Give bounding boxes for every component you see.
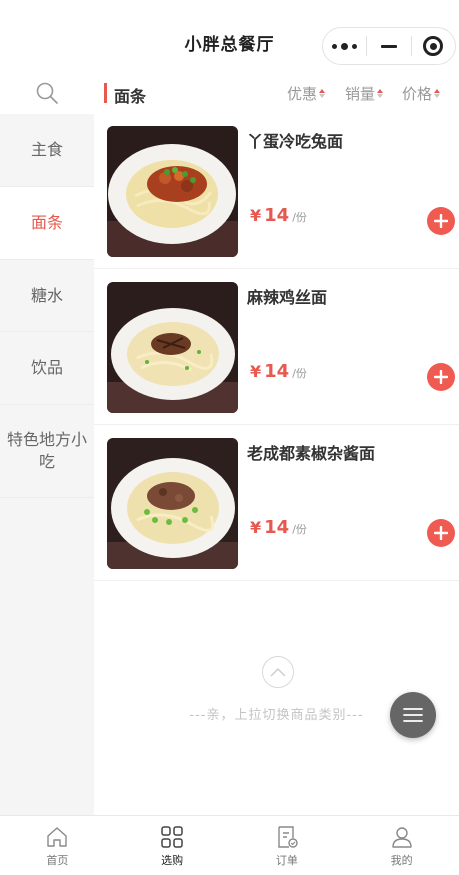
tab-label: 选购: [161, 854, 184, 867]
category-accent-bar: [104, 83, 107, 103]
category-header: 面条 优惠 销量 价格: [94, 72, 459, 114]
nav-header: 小胖总餐厅: [0, 0, 459, 72]
product-price: ¥14/份: [250, 517, 307, 538]
search-icon: [36, 82, 58, 104]
currency-symbol: ¥: [250, 362, 262, 381]
menu-icon: [403, 708, 423, 722]
product-price: ¥14/份: [250, 205, 307, 226]
price-value: 14: [264, 361, 290, 382]
bottom-tab-bar: 首页 选购 订单 我的: [0, 815, 459, 875]
list-item[interactable]: 丫蛋冷吃兔面 ¥14/份: [94, 114, 459, 269]
add-to-cart-button[interactable]: [427, 207, 455, 235]
sidebar-item-noodles[interactable]: 面条: [0, 187, 94, 260]
tab-home[interactable]: 首页: [0, 816, 115, 875]
sidebar-item-label: 糖水: [30, 285, 63, 305]
product-price: ¥14/份: [250, 361, 307, 382]
list-item[interactable]: 麻辣鸡丝面 ¥14/份: [94, 270, 459, 425]
sort-discount[interactable]: 优惠: [287, 83, 326, 104]
price-value: 14: [264, 205, 290, 226]
floating-menu-button[interactable]: [390, 692, 436, 738]
tab-label: 订单: [275, 854, 298, 867]
add-to-cart-button[interactable]: [427, 363, 455, 391]
user-icon: [391, 827, 412, 848]
sort-arrows-icon: [377, 89, 384, 98]
sort-price[interactable]: 价格: [402, 83, 441, 104]
more-button[interactable]: [323, 28, 366, 64]
close-target-icon: [423, 36, 444, 56]
price-unit: /份: [292, 367, 307, 380]
sort-arrows-icon: [319, 89, 326, 98]
sidebar-item-drinks[interactable]: 饮品: [0, 332, 94, 405]
product-image: [107, 282, 238, 413]
minimize-button[interactable]: [367, 28, 410, 64]
tab-label: 我的: [390, 854, 413, 867]
plus-icon: [434, 526, 448, 540]
home-icon: [47, 827, 68, 847]
plus-icon: [434, 370, 448, 384]
sort-label: 价格: [402, 85, 433, 103]
product-list: 面条 优惠 销量 价格 丫蛋冷吃兔面 ¥ 14 /份 麻辣鸡丝面 ¥ 14 /份…: [94, 72, 459, 815]
tab-orders[interactable]: 订单: [230, 816, 345, 875]
product-name: 麻辣鸡丝面: [247, 288, 328, 307]
price-unit: /份: [292, 523, 307, 536]
order-icon: [278, 826, 298, 848]
sort-sales[interactable]: 销量: [345, 83, 384, 104]
search-button[interactable]: [0, 72, 94, 114]
product-name: 丫蛋冷吃兔面: [247, 132, 344, 151]
price-unit: /份: [292, 211, 307, 224]
mini-program-capsule: [322, 27, 456, 65]
sidebar-item-local-snacks[interactable]: 特色地方小吃: [0, 405, 94, 498]
sidebar-item-label: 特色地方小吃: [6, 430, 87, 471]
sort-label: 销量: [345, 85, 376, 103]
list-item[interactable]: 老成都素椒杂酱面 ¥14/份: [94, 426, 459, 581]
add-to-cart-button[interactable]: [427, 519, 455, 547]
more-dots-icon: [332, 42, 358, 50]
price-value: 14: [264, 517, 290, 538]
product-image: [107, 126, 238, 257]
currency-symbol: ¥: [250, 206, 262, 225]
chevron-up-icon: [270, 667, 286, 677]
sidebar-item-label: 饮品: [30, 358, 63, 377]
product-name: 老成都素椒杂酱面: [247, 444, 376, 463]
sidebar-item-staple[interactable]: 主食: [0, 114, 94, 187]
sort-arrows-icon: [434, 89, 441, 98]
product-image: [107, 438, 238, 569]
close-button[interactable]: [412, 28, 455, 64]
sidebar-item-label: 主食: [30, 140, 63, 159]
minimize-icon: [380, 44, 397, 48]
tab-label: 首页: [46, 854, 69, 867]
tab-profile[interactable]: 我的: [344, 816, 459, 875]
category-sidebar: 主食 面条 糖水 饮品 特色地方小吃: [0, 72, 94, 815]
sort-label: 优惠: [287, 85, 318, 103]
plus-icon: [434, 214, 448, 228]
currency-symbol: ¥: [250, 518, 262, 537]
grid-icon: [161, 826, 183, 848]
sidebar-item-label: 面条: [30, 213, 63, 232]
sidebar-item-dessert-soup[interactable]: 糖水: [0, 260, 94, 332]
tab-shop[interactable]: 选购: [115, 816, 230, 875]
category-title: 面条: [114, 87, 147, 106]
pull-up-indicator: [262, 656, 294, 688]
